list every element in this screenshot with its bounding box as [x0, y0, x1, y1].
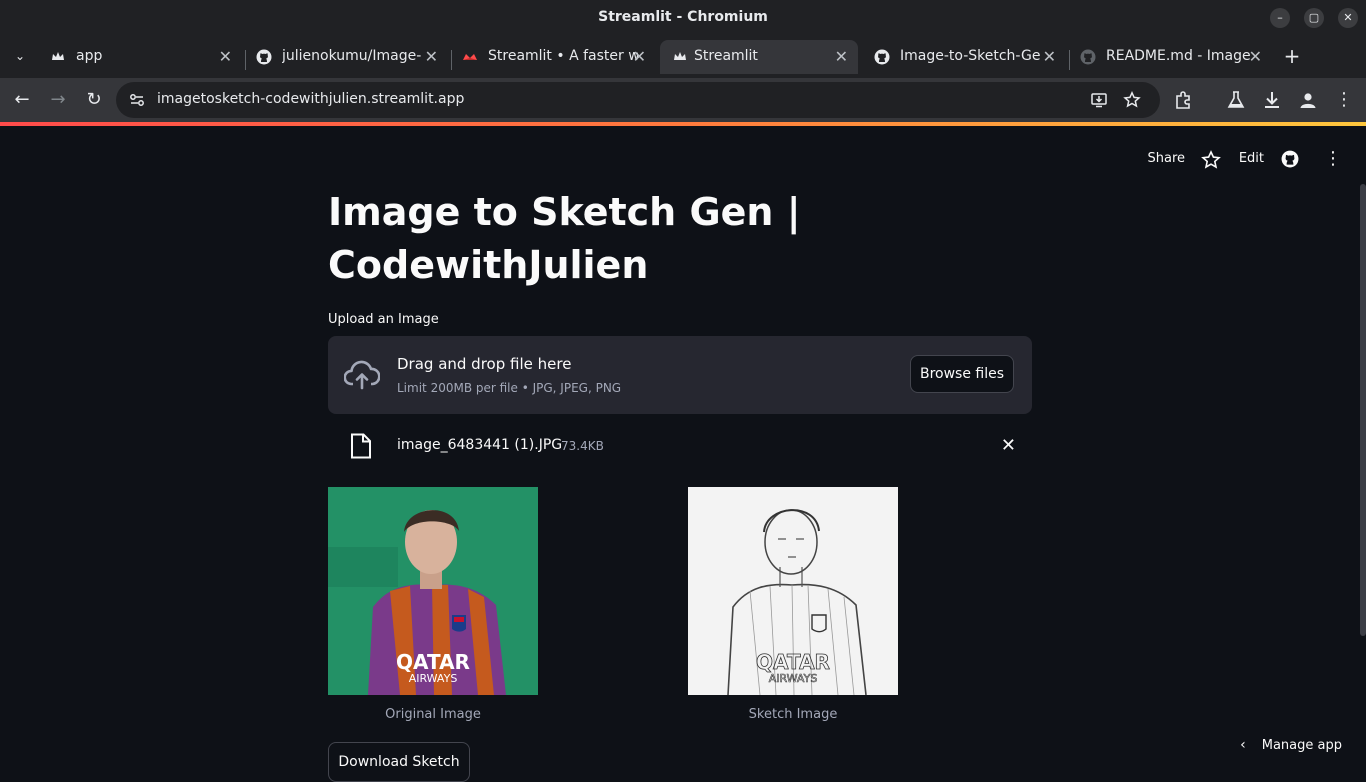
svg-text:QATAR: QATAR — [756, 650, 830, 674]
site-settings-icon[interactable] — [128, 91, 146, 109]
tab-streamlit-site[interactable]: Streamlit • A faster w ✕ — [450, 40, 656, 74]
github-icon[interactable] — [1281, 150, 1299, 168]
manage-app-button[interactable]: ‹ Manage app — [1240, 737, 1342, 753]
tab-search-chevron-icon[interactable]: ⌄ — [8, 44, 32, 68]
tab-label: Image-to-Sketch-Ge — [900, 48, 1041, 64]
install-app-icon[interactable] — [1090, 91, 1108, 109]
forward-arrow-icon[interactable]: → — [46, 88, 70, 112]
manage-app-label: Manage app — [1261, 738, 1342, 753]
minimize-button[interactable]: – — [1270, 8, 1290, 28]
page-title: Image to Sketch Gen | CodewithJulien — [328, 186, 1032, 292]
svg-text:AIRWAYS: AIRWAYS — [409, 672, 458, 685]
address-bar[interactable]: imagetosketch-codewithjulien.streamlit.a… — [116, 82, 1160, 118]
tab-image-to-sketch[interactable]: Image-to-Sketch-Ge ✕ — [862, 40, 1066, 74]
share-button[interactable]: Share — [1147, 151, 1185, 166]
uploaded-file-row: image_6483441 (1).JPG 73.4KB ✕ — [328, 428, 1032, 466]
streamlit-crown-icon — [674, 52, 686, 60]
dropzone-hint: Limit 200MB per file • JPG, JPEG, PNG — [397, 381, 622, 395]
original-image: QATAR AIRWAYS — [328, 487, 538, 695]
close-tab-icon[interactable]: ✕ — [425, 47, 438, 66]
github-icon — [874, 49, 890, 65]
new-tab-plus-icon[interactable]: + — [1280, 44, 1304, 68]
tab-github-repo[interactable]: julienokumu/Image- ✕ — [244, 40, 448, 74]
svg-text:QATAR: QATAR — [396, 650, 470, 674]
original-image-caption: Original Image — [385, 707, 481, 722]
github-icon — [1080, 49, 1096, 65]
window-title: Streamlit - Chromium — [598, 9, 768, 25]
page-title-line-1: Image to Sketch Gen | — [328, 190, 801, 234]
tab-readme[interactable]: README.md - Image ✕ — [1068, 40, 1272, 74]
labs-flask-icon[interactable] — [1226, 90, 1246, 110]
streamlit-logo-icon — [463, 54, 477, 60]
app-menu-kebab-icon[interactable]: ⋮ — [1324, 148, 1342, 169]
profile-avatar-icon[interactable] — [1298, 90, 1318, 110]
uploader-label: Upload an Image — [328, 312, 439, 327]
tab-label: Streamlit — [694, 48, 758, 64]
tab-app[interactable]: app ✕ — [38, 40, 242, 74]
dropzone-title: Drag and drop file here — [397, 355, 572, 373]
tab-label: app — [76, 48, 103, 64]
maximize-button[interactable]: ▢ — [1304, 8, 1324, 28]
uploaded-file-name: image_6483441 (1).JPG — [397, 437, 563, 453]
tab-label: Streamlit • A faster w — [488, 48, 638, 64]
browser-toolbar: ← → ↻ imagetosketch-codewithjulien.strea… — [0, 78, 1366, 122]
sketch-image-caption: Sketch Image — [748, 707, 838, 722]
page-scrollbar[interactable] — [1360, 184, 1366, 636]
file-icon — [351, 433, 371, 459]
sketch-image: QATAR AIRWAYS — [688, 487, 898, 695]
tab-label: README.md - Image — [1106, 48, 1251, 64]
download-sketch-button[interactable]: Download Sketch — [328, 742, 470, 782]
favorite-star-icon[interactable] — [1201, 150, 1221, 170]
reload-icon[interactable]: ↻ — [82, 88, 106, 112]
streamlit-accent-bar — [0, 122, 1366, 126]
close-tab-icon[interactable]: ✕ — [1043, 47, 1056, 66]
main-content: Image to Sketch Gen | CodewithJulien — [328, 186, 1032, 292]
tab-streamlit-active[interactable]: Streamlit ✕ — [660, 40, 858, 74]
tab-label: julienokumu/Image- — [282, 48, 422, 64]
remove-file-close-icon[interactable]: ✕ — [1001, 435, 1016, 456]
github-icon — [256, 49, 272, 65]
cloud-upload-icon — [344, 360, 380, 390]
close-tab-icon[interactable]: ✕ — [219, 47, 232, 66]
svg-text:AIRWAYS: AIRWAYS — [769, 672, 818, 685]
tab-strip: ⌄ app ✕ julienokumu/Image- ✕ Streamlit •… — [0, 36, 1366, 78]
file-dropzone[interactable]: Drag and drop file here Limit 200MB per … — [328, 336, 1032, 414]
close-tab-icon[interactable]: ✕ — [633, 47, 646, 66]
edit-button[interactable]: Edit — [1239, 151, 1264, 166]
close-tab-icon[interactable]: ✕ — [835, 47, 848, 66]
bookmark-star-icon[interactable] — [1123, 91, 1141, 109]
window-titlebar: Streamlit - Chromium – ▢ ✕ — [0, 0, 1366, 36]
url-text: imagetosketch-codewithjulien.streamlit.a… — [157, 91, 465, 107]
close-tab-icon[interactable]: ✕ — [1249, 47, 1262, 66]
page-title-line-2: CodewithJulien — [328, 243, 649, 287]
streamlit-crown-icon — [52, 52, 64, 60]
extensions-icon[interactable] — [1173, 90, 1193, 110]
downloads-icon[interactable] — [1262, 90, 1282, 110]
browser-menu-kebab-icon[interactable]: ⋮ — [1332, 88, 1356, 112]
chevron-left-icon: ‹ — [1240, 737, 1246, 753]
browse-files-button[interactable]: Browse files — [910, 355, 1014, 393]
uploaded-file-size: 73.4KB — [561, 439, 604, 453]
back-arrow-icon[interactable]: ← — [10, 88, 34, 112]
close-window-button[interactable]: ✕ — [1338, 8, 1358, 28]
